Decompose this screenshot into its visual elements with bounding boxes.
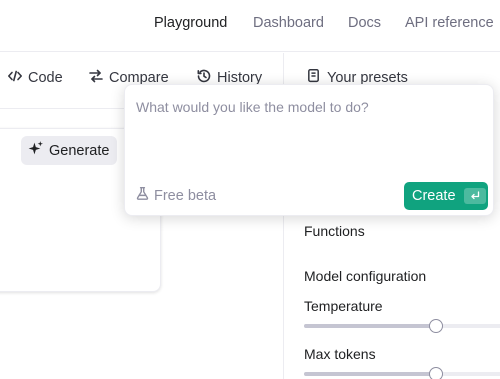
flask-icon (135, 186, 150, 205)
compare-icon (88, 68, 104, 88)
temperature-label: Temperature (304, 298, 383, 314)
prompt-generator-popover: Free beta Create (124, 84, 494, 216)
code-label: Code (28, 70, 63, 86)
temperature-slider-fill (304, 324, 436, 328)
temperature-slider-thumb[interactable] (429, 319, 443, 333)
max-tokens-slider-thumb[interactable] (429, 367, 443, 379)
max-tokens-label: Max tokens (304, 346, 376, 362)
generate-button[interactable]: Generate (21, 136, 118, 165)
nav-dashboard[interactable]: Dashboard (253, 15, 324, 31)
nav-playground[interactable]: Playground (154, 15, 227, 31)
sparkle-icon (27, 140, 44, 161)
functions-label: Functions (304, 223, 365, 239)
nav-api-reference[interactable]: API reference (405, 15, 494, 31)
create-button[interactable]: Create (404, 182, 488, 210)
top-nav: Playground Dashboard Docs API reference (0, 0, 500, 52)
code-icon (7, 68, 23, 88)
nav-docs[interactable]: Docs (348, 15, 381, 31)
prompt-input[interactable] (136, 96, 481, 118)
enter-key-icon (463, 188, 486, 204)
free-beta-label: Free beta (154, 187, 217, 204)
create-label: Create (412, 188, 456, 204)
model-config-heading: Model configuration (304, 268, 427, 284)
generate-label: Generate (49, 142, 110, 159)
free-beta-badge: Free beta (135, 186, 216, 205)
max-tokens-slider-fill (304, 372, 436, 376)
temperature-slider[interactable] (304, 319, 500, 333)
max-tokens-slider[interactable] (304, 367, 500, 379)
code-button[interactable]: Code (7, 68, 63, 88)
